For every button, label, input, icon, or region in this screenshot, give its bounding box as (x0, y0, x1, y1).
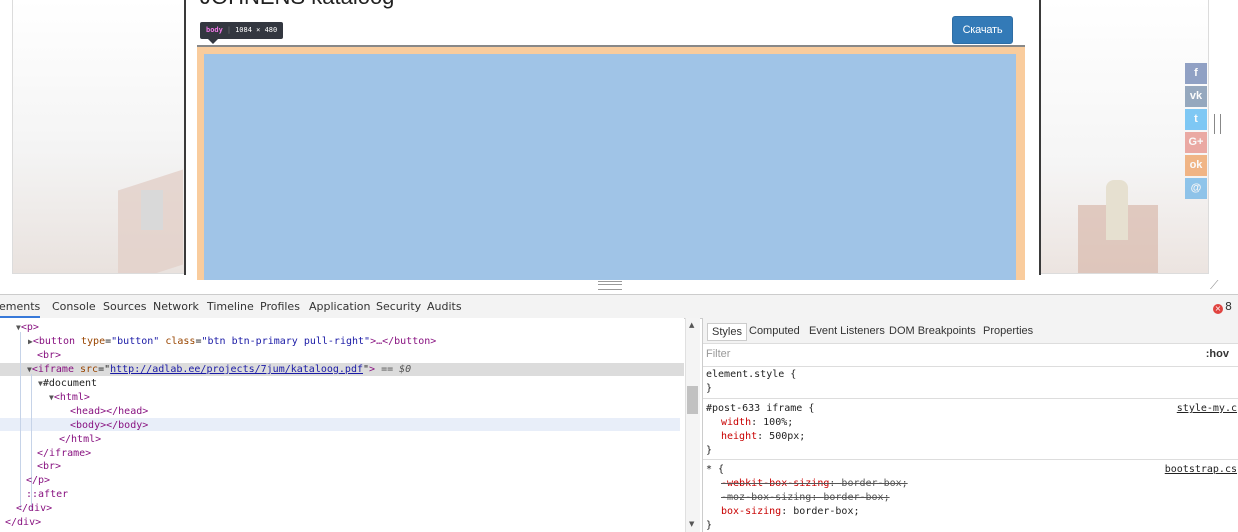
rule-close-brace: } (706, 520, 713, 531)
dom-node-p-close[interactable]: </p> (26, 474, 50, 488)
rule-divider (703, 398, 1238, 399)
dom-node-document[interactable]: ▼#document (38, 377, 97, 391)
dom-node-div-close[interactable]: </div> (5, 516, 41, 530)
tab-timeline[interactable]: Timeline (207, 295, 254, 318)
dom-node-button[interactable]: ▶<button type="button" class="btn btn-pr… (28, 335, 436, 349)
devtools-tabbar: Elements Console Sources Network Timelin… (0, 294, 1238, 319)
pdf-iframe-content[interactable] (204, 54, 1016, 280)
tab-sources[interactable]: Sources (103, 295, 147, 318)
tab-audits[interactable]: Audits (427, 295, 462, 318)
resize-corner-icon[interactable]: ⟋ (1210, 278, 1218, 293)
rule-source-link[interactable]: style-my.c (1177, 402, 1237, 415)
dom-node-p[interactable]: ▼<p> (16, 321, 39, 335)
moimir-icon[interactable]: @ (1185, 178, 1207, 199)
scroll-resize-handle-icon[interactable] (1214, 114, 1221, 134)
scrollbar-thumb[interactable] (687, 386, 698, 414)
iframe-src-link[interactable]: http://adlab.ee/projects/7jum/kataloog.p… (110, 364, 363, 375)
css-declaration[interactable]: width: 100%; (721, 416, 793, 429)
tree-guide (20, 332, 21, 510)
element-style-selector[interactable]: element.style { (706, 368, 796, 381)
background-left-image (13, 0, 185, 273)
error-count: 8 (1225, 300, 1232, 313)
styles-pane: Styles Computed Event Listeners DOM Brea… (702, 318, 1238, 532)
dom-node-iframe[interactable]: ▼<iframe src="http://adlab.ee/projects/7… (27, 363, 411, 377)
background-right-image (1038, 0, 1208, 273)
css-declaration[interactable]: box-sizing: border-box; (721, 505, 860, 518)
error-icon: × (1213, 304, 1223, 314)
browser-viewport: JOHNENS kataloog body|1084 × 480 Скачать… (0, 0, 1238, 280)
odnoklassniki-icon[interactable]: ok (1185, 155, 1207, 176)
tab-styles[interactable]: Styles (707, 323, 747, 341)
tab-elements[interactable]: Elements (0, 295, 41, 318)
tab-properties[interactable]: Properties (979, 323, 1037, 339)
pdf-iframe-highlight (197, 45, 1025, 280)
content-panel: JOHNENS kataloog body|1084 × 480 Скачать (184, 0, 1041, 280)
vk-icon[interactable]: vk (1185, 86, 1207, 107)
facebook-icon[interactable]: f (1185, 63, 1207, 84)
hov-toggle[interactable]: :hov (1206, 348, 1229, 360)
dom-node-body[interactable]: <body></body> (70, 419, 148, 433)
rule-close-brace: } (706, 383, 713, 394)
rule-selector[interactable]: #post-633 iframe { (706, 402, 814, 415)
styles-tabbar: Styles Computed Event Listeners DOM Brea… (703, 318, 1238, 344)
dom-tree-panel: ▼<p> ▶<button type="button" class="btn b… (0, 318, 684, 532)
dom-node-html[interactable]: ▼<html> (49, 391, 90, 405)
dom-node-div-close[interactable]: </div> (16, 502, 52, 516)
dom-tree-scrollbar[interactable]: ▲ ▼ (685, 318, 700, 532)
devtools-split-handle-icon[interactable] (598, 281, 622, 290)
css-declaration-overridden[interactable]: -moz-box-sizing: border-box; (721, 491, 890, 504)
scroll-down-icon[interactable]: ▼ (689, 520, 694, 528)
tab-console[interactable]: Console (52, 295, 96, 318)
error-counter[interactable]: × 8 (1213, 300, 1232, 314)
tab-security[interactable]: Security (376, 295, 421, 318)
download-button[interactable]: Скачать (952, 16, 1013, 44)
tooltip-tag: body (206, 26, 223, 34)
styles-filter: Filter :hov (703, 344, 1238, 367)
dom-node-br[interactable]: <br> (37, 349, 61, 363)
element-inspector-tooltip: body | 1084 × 480 (200, 22, 284, 44)
rule-close-brace: } (706, 445, 713, 456)
twitter-icon[interactable]: t (1185, 109, 1207, 130)
tab-computed[interactable]: Computed (745, 323, 804, 339)
tab-profiles[interactable]: Profiles (260, 295, 300, 318)
filter-input[interactable]: Filter (706, 348, 730, 360)
rule-divider (703, 459, 1238, 460)
dom-node-br[interactable]: <br> (37, 460, 61, 474)
tab-dom-breakpoints[interactable]: DOM Breakpoints (885, 323, 980, 339)
dom-node-head[interactable]: <head></head> (70, 405, 148, 419)
dom-node-iframe-close[interactable]: </iframe> (37, 447, 91, 461)
css-declaration-overridden[interactable]: -webkit-box-sizing: border-box; (721, 477, 908, 490)
tooltip-size: 1084 × 480 (235, 26, 278, 34)
tab-network[interactable]: Network (153, 295, 199, 318)
dom-node-html-close[interactable]: </html> (59, 433, 101, 447)
tab-application[interactable]: Application (309, 295, 370, 318)
background-tower-left (141, 190, 163, 230)
scroll-up-icon[interactable]: ▲ (689, 321, 694, 329)
selected-node-marker: == $0 (381, 364, 412, 375)
css-declaration[interactable]: height: 500px; (721, 430, 805, 443)
tab-event-listeners[interactable]: Event Listeners (805, 323, 889, 339)
page-title: JOHNENS kataloog (200, 0, 394, 10)
rule-selector[interactable]: * { (706, 463, 724, 476)
rule-source-link[interactable]: bootstrap.cs (1165, 463, 1237, 476)
googleplus-icon[interactable]: G+ (1185, 132, 1207, 153)
dom-node-after[interactable]: ::after (26, 488, 68, 502)
background-tower-right (1106, 180, 1128, 240)
